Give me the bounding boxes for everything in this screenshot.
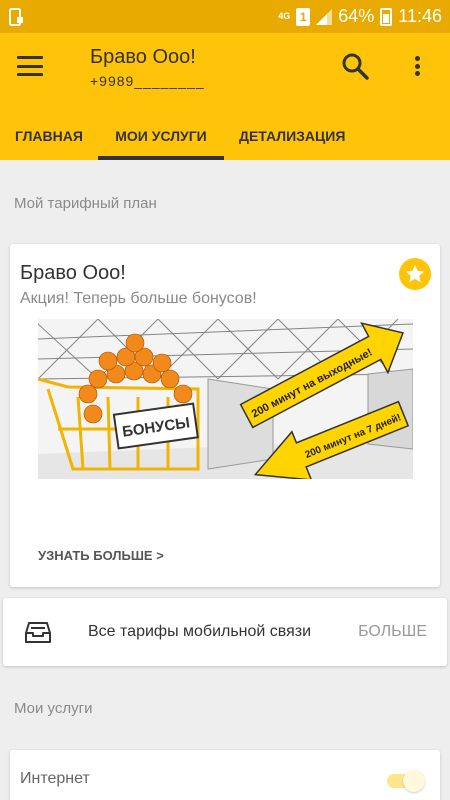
tab-main[interactable]: ГЛАВНАЯ	[15, 111, 83, 160]
dot	[414, 63, 420, 69]
battery-icon	[380, 7, 393, 26]
menu-line	[17, 73, 43, 76]
internet-toggle[interactable]	[383, 768, 427, 792]
inbox-icon	[25, 622, 51, 643]
menu-line	[17, 56, 43, 59]
dot	[414, 56, 420, 61]
star-shape	[405, 264, 425, 283]
screenshot-icon	[9, 7, 23, 26]
battery-percent: 64%	[338, 6, 375, 26]
more-vert-icon[interactable]	[405, 51, 429, 81]
app-bar: Браво Ооо! +9989________ ГЛАВНАЯ МОИ УСЛ…	[0, 33, 450, 160]
tab-bar: ГЛАВНАЯ МОИ УСЛУГИ ДЕТАЛИЗАЦИЯ	[0, 111, 450, 160]
clock: 11:46	[398, 6, 442, 26]
tariff-card[interactable]: Браво Ооо! Акция! Теперь больше бонусов!	[10, 244, 440, 587]
banner-illustration: БОНУСЫ 200 минут на выходные! 200 минут …	[38, 319, 413, 479]
tab-details[interactable]: ДЕТАЛИЗАЦИЯ	[239, 111, 345, 160]
network-type: 4G	[278, 11, 291, 21]
all-tariffs-label: Все тарифы мобильной связи	[88, 623, 312, 640]
learn-more-link[interactable]: УЗНАТЬ БОЛЬШЕ >	[38, 548, 164, 563]
signal-icon	[316, 8, 333, 25]
status-bar: 4G 1 64% 11:46	[0, 0, 450, 33]
dot	[414, 71, 420, 76]
tariff-name: Браво Ооо!	[20, 262, 126, 284]
services-card: Интернет	[10, 750, 440, 800]
menu-icon[interactable]	[14, 53, 46, 79]
search-icon[interactable]	[340, 51, 370, 81]
tariff-promo: Акция! Теперь больше бонусов!	[20, 290, 257, 307]
status-left	[8, 7, 24, 26]
phone-number: +9989________	[90, 73, 205, 89]
all-tariffs-row[interactable]: Все тарифы мобильной связи БОЛЬШЕ	[3, 598, 447, 666]
toggle-thumb	[403, 770, 425, 792]
more-button[interactable]: БОЛЬШЕ	[358, 623, 427, 641]
sim-indicator: 1	[296, 7, 311, 26]
menu-line	[17, 64, 43, 68]
tab-my-services[interactable]: МОИ УСЛУГИ	[98, 111, 224, 160]
service-internet-label: Интернет	[20, 770, 90, 787]
services-section-title: Мои услуги	[14, 700, 93, 717]
promo-banner[interactable]: БОНУСЫ 200 минут на выходные! 200 минут …	[38, 319, 413, 479]
star-icon[interactable]	[399, 258, 431, 290]
status-right: 4G 1 64% 11:46	[278, 6, 442, 27]
account-title: Браво Ооо!	[90, 46, 196, 68]
tariff-section-title: Мой тарифный план	[14, 195, 157, 212]
